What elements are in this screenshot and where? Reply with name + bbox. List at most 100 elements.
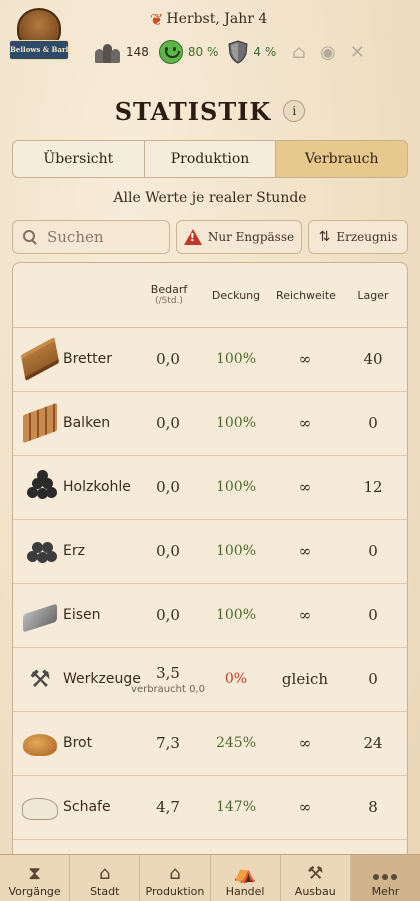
- table-row[interactable]: ⚒ Werkzeuge 3,5 verbraucht 0,0 0% gleich…: [13, 647, 407, 712]
- nav-label: Mehr: [371, 885, 400, 898]
- values-hint: Alle Werte je realer Stunde: [113, 190, 307, 206]
- nav-label: Vorgänge: [8, 885, 61, 898]
- demand-text: 0,0: [156, 606, 180, 624]
- coverage-value: 100%: [215, 543, 257, 559]
- happiness-value: 80 %: [187, 45, 219, 59]
- maple-leaf-icon: ❦: [150, 9, 164, 29]
- header-demand[interactable]: Bedarf (/Std.): [141, 283, 197, 306]
- header-reach[interactable]: Reichweite: [271, 289, 341, 302]
- nav-produktion[interactable]: ⌂ Produktion: [140, 855, 211, 901]
- shortage-filter-button[interactable]: Nur Engpässe: [176, 220, 302, 254]
- nav-vorgaenge[interactable]: ⧗ Vorgänge: [0, 855, 71, 901]
- resource-stats: 148 80 % 4 % ⌂ ◉ ✕: [95, 38, 365, 66]
- demand-value: 7,3: [143, 711, 193, 775]
- population-icon: [95, 41, 121, 63]
- reach-value: ∞: [298, 734, 312, 752]
- nav-label: Handel: [225, 885, 265, 898]
- happiness-stat[interactable]: 80 %: [158, 40, 219, 64]
- coverage-value: 245%: [215, 735, 257, 751]
- tab-produktion[interactable]: Produktion: [145, 141, 277, 177]
- bread-icon: [23, 733, 57, 756]
- reach-value: ∞: [298, 542, 312, 560]
- demand-value: 0,0: [143, 455, 193, 519]
- stock-value: 0: [368, 414, 378, 432]
- ore-icon: [23, 537, 57, 565]
- coverage-value: 100%: [215, 479, 257, 495]
- crystal-ball-icon[interactable]: ◉: [320, 42, 336, 63]
- consumption-table[interactable]: Bedarf (/Std.) Deckung Reichweite Lager …: [12, 262, 408, 864]
- reach-value: ∞: [298, 414, 312, 432]
- tab-uebersicht[interactable]: Übersicht: [13, 141, 145, 177]
- table-row[interactable]: Erz 0,0 100% ∞ 0: [13, 519, 407, 584]
- stock-value: 12: [363, 478, 383, 496]
- iron-icon: [23, 602, 57, 633]
- coverage-value: 100%: [215, 607, 257, 623]
- header-demand-unit: (/Std.): [155, 296, 183, 306]
- top-status-bar: Bellows & Barley ❦ Herbst, Jahr 4 148 80…: [0, 0, 420, 78]
- stock-value: 8: [368, 798, 378, 816]
- info-button[interactable]: i: [283, 100, 306, 122]
- reach-value: ∞: [298, 478, 312, 496]
- nav-ausbau[interactable]: ⚒ Ausbau: [281, 855, 351, 901]
- planks-icon: [20, 337, 60, 381]
- search-icon: [23, 230, 37, 244]
- population-stat[interactable]: 148: [95, 41, 149, 63]
- tools-icon: ⚒: [29, 665, 51, 693]
- filter-bar: Nur Engpässe ⇅ Erzeugnis: [12, 220, 408, 254]
- reach-value: ∞: [298, 606, 312, 624]
- item-name: Brot: [63, 735, 93, 751]
- coverage-value: 147%: [215, 799, 257, 815]
- coverage-value: 0%: [224, 671, 248, 687]
- page-header: STATISTIK i: [0, 96, 420, 126]
- game-logo[interactable]: Bellows & Barley: [9, 8, 77, 70]
- hourglass-icon: ⧗: [28, 863, 41, 884]
- season-indicator: ❦ Herbst, Jahr 4: [150, 8, 330, 30]
- reach-value: ∞: [298, 798, 312, 816]
- stock-value: 0: [368, 606, 378, 624]
- stock-value: 0: [368, 670, 378, 688]
- table-row[interactable]: Eisen 0,0 100% ∞ 0: [13, 583, 407, 648]
- header-coverage[interactable]: Deckung: [205, 289, 267, 302]
- crossed-swords-icon[interactable]: ✕: [350, 42, 365, 63]
- item-name: Balken: [63, 415, 111, 431]
- header-stock[interactable]: Lager: [347, 289, 399, 302]
- building-icon[interactable]: ⌂: [292, 42, 306, 63]
- locked-features: ⌂ ◉ ✕: [292, 42, 365, 63]
- item-name: Erz: [63, 543, 85, 559]
- population-value: 148: [126, 45, 149, 59]
- nav-stadt[interactable]: ⌂ Stadt: [70, 855, 141, 901]
- sort-button[interactable]: ⇅ Erzeugnis: [308, 220, 408, 254]
- table-row[interactable]: Brot 7,3 245% ∞ 24: [13, 711, 407, 776]
- shield-icon: [228, 40, 248, 64]
- demand-value: 3,5 verbraucht 0,0: [131, 647, 205, 711]
- demand-value: 4,7: [143, 775, 193, 839]
- demand-text: 0,0: [156, 542, 180, 560]
- demand-text: 0,0: [156, 350, 180, 368]
- demand-text: 3,5: [156, 663, 180, 682]
- table-row[interactable]: Holzkohle 0,0 100% ∞ 12: [13, 455, 407, 520]
- table-header: Bedarf (/Std.) Deckung Reichweite Lager: [13, 263, 407, 328]
- defense-stat[interactable]: 4 %: [228, 40, 276, 64]
- nav-handel[interactable]: ⛺ Handel: [211, 855, 281, 901]
- header-demand-label: Bedarf: [150, 283, 188, 296]
- tab-verbrauch[interactable]: Verbrauch: [276, 141, 407, 177]
- nav-mehr[interactable]: Mehr: [350, 855, 420, 901]
- search-box[interactable]: [12, 220, 170, 254]
- coverage-value: 100%: [215, 415, 257, 431]
- stock-value: 24: [363, 734, 383, 752]
- happiness-icon: [158, 40, 183, 64]
- search-input[interactable]: [45, 227, 159, 247]
- page-title: STATISTIK: [114, 96, 272, 126]
- demand-note: verbraucht 0,0: [131, 683, 205, 695]
- table-row[interactable]: Bretter 0,0 100% ∞ 40: [13, 327, 407, 392]
- charcoal-icon: [23, 470, 57, 501]
- beams-icon: [23, 402, 57, 444]
- coverage-value: 100%: [215, 351, 257, 367]
- item-name: Holzkohle: [63, 479, 131, 495]
- table-row[interactable]: Balken 0,0 100% ∞ 0: [13, 391, 407, 456]
- shortage-filter-label: Nur Engpässe: [207, 230, 295, 244]
- warning-icon: [183, 229, 202, 245]
- demand-value: 0,0: [143, 519, 193, 583]
- demand-value: 0,0: [143, 583, 193, 647]
- table-row[interactable]: Schafe 4,7 147% ∞ 8: [13, 775, 407, 840]
